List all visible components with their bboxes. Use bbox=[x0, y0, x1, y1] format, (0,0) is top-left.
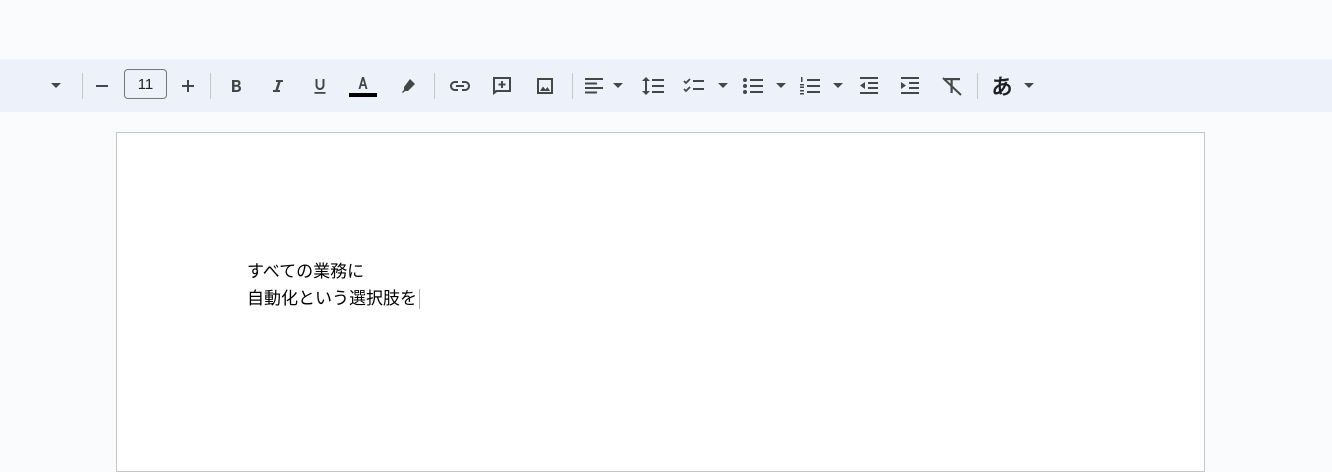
increase-indent-icon[interactable] bbox=[896, 72, 924, 100]
font-family-dropdown-arrow-icon[interactable] bbox=[44, 72, 68, 100]
toolbar-divider bbox=[82, 73, 83, 99]
input-tools-button[interactable]: あ bbox=[988, 72, 1040, 100]
font-size-input[interactable]: 11 bbox=[124, 69, 167, 99]
highlight-color-icon[interactable] bbox=[394, 72, 422, 100]
add-comment-icon[interactable] bbox=[488, 72, 516, 100]
text-color-button[interactable] bbox=[346, 72, 380, 100]
clear-formatting-icon[interactable] bbox=[938, 72, 966, 100]
insert-link-icon[interactable] bbox=[446, 72, 474, 100]
document-line[interactable]: 自動化という選択肢を bbox=[247, 289, 420, 309]
text-color-swatch bbox=[349, 93, 377, 97]
toolbar-divider bbox=[434, 73, 435, 99]
bold-button[interactable] bbox=[222, 72, 250, 100]
line-spacing-icon[interactable] bbox=[639, 72, 667, 100]
checklist-icon[interactable] bbox=[682, 72, 732, 100]
document-line[interactable]: すべての業務に bbox=[247, 262, 364, 282]
italic-button[interactable] bbox=[264, 72, 292, 100]
chevron-down-icon bbox=[1023, 83, 1034, 88]
underline-button[interactable] bbox=[306, 72, 334, 100]
document-line-text: すべての業務に bbox=[247, 262, 365, 282]
insert-image-icon[interactable] bbox=[531, 72, 559, 100]
toolbar-divider bbox=[210, 73, 211, 99]
formatting-toolbar: 11 あ bbox=[0, 59, 1332, 112]
document-line-text: 自動化という選択肢を bbox=[247, 289, 417, 309]
toolbar-divider bbox=[977, 73, 978, 99]
text-cursor bbox=[419, 289, 420, 309]
increase-font-size-button[interactable] bbox=[176, 72, 200, 100]
toolbar-divider bbox=[572, 73, 573, 99]
decrease-font-size-button[interactable] bbox=[90, 72, 114, 100]
input-tools-label: あ bbox=[991, 75, 1013, 99]
decrease-indent-icon[interactable] bbox=[855, 72, 883, 100]
bulleted-list-icon[interactable] bbox=[741, 72, 791, 100]
align-left-icon[interactable] bbox=[583, 72, 627, 100]
numbered-list-icon[interactable] bbox=[798, 72, 848, 100]
document-page[interactable]: すべての業務に 自動化という選択肢を bbox=[116, 132, 1205, 472]
